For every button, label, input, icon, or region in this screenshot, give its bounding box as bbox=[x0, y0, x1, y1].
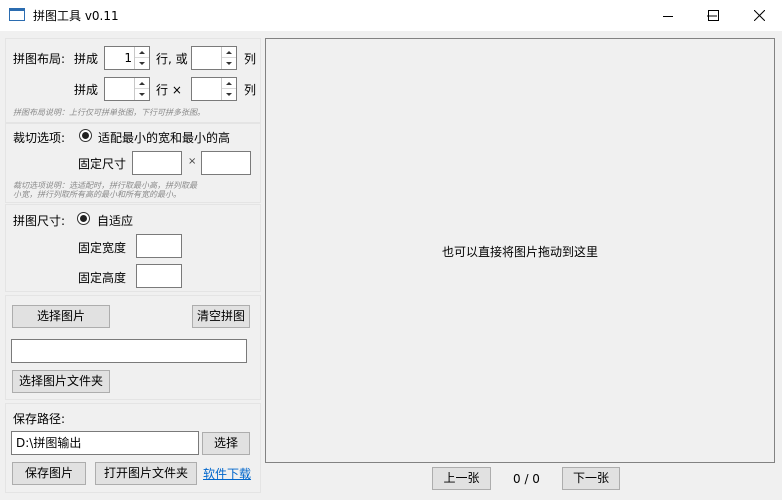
cols-single-spinbox[interactable] bbox=[191, 46, 237, 70]
spin-down-button[interactable] bbox=[135, 89, 149, 100]
image-drop-area[interactable]: 也可以直接将图片拖动到这里 bbox=[265, 38, 775, 463]
row1-prefix: 拼成 bbox=[74, 52, 99, 66]
row1-mid: 行, 或 bbox=[156, 52, 188, 66]
chevron-down-icon bbox=[139, 93, 145, 96]
chevron-down-icon bbox=[139, 62, 145, 65]
spin-down-button[interactable] bbox=[222, 58, 236, 69]
open-folder-button[interactable]: 打开图片文件夹 bbox=[95, 462, 197, 485]
fixed-width-input[interactable] bbox=[136, 234, 182, 258]
spin-down-button[interactable] bbox=[222, 89, 236, 100]
next-image-button[interactable]: 下一张 bbox=[562, 467, 620, 490]
chevron-down-icon bbox=[226, 93, 232, 96]
chevron-up-icon bbox=[139, 50, 145, 54]
size-auto-radio[interactable] bbox=[77, 212, 90, 225]
cols-multi-spinbox[interactable] bbox=[191, 77, 237, 101]
cols-single-value[interactable] bbox=[192, 47, 222, 69]
minimize-btn[interactable] bbox=[645, 0, 691, 31]
chevron-up-icon bbox=[226, 81, 232, 85]
window-title: 拼图工具 v0.11 bbox=[33, 9, 119, 23]
rows-single-spinbox[interactable]: 1 bbox=[104, 46, 150, 70]
crop-fit-radio[interactable] bbox=[79, 129, 92, 142]
chevron-down-icon bbox=[226, 62, 232, 65]
radio-selected-dot bbox=[80, 215, 87, 222]
cols-multi-spin-buttons[interactable] bbox=[221, 78, 236, 100]
save-path-input[interactable]: D:\拼图输出 bbox=[11, 431, 199, 455]
app-window-icon bbox=[9, 8, 25, 21]
spin-up-button[interactable] bbox=[135, 47, 149, 58]
row1-suffix: 列 bbox=[244, 52, 257, 66]
prev-image-button[interactable]: 上一张 bbox=[432, 467, 491, 490]
row2-mid: 行 × bbox=[156, 83, 182, 97]
spin-up-button[interactable] bbox=[222, 47, 236, 58]
radio-selected-dot bbox=[82, 132, 89, 139]
browse-button[interactable]: 选择 bbox=[202, 432, 250, 455]
image-group: 选择图片 清空拼图 选择图片文件夹 bbox=[5, 295, 261, 400]
crop-fixed-label: 固定尺寸 bbox=[78, 157, 127, 171]
client-area: 拼图布局: 拼成 1 行, 或 列 拼成 行 × 列 拼图布局说明：上行仅可拼单… bbox=[0, 31, 782, 500]
times-sign: × bbox=[188, 156, 197, 167]
save-image-button[interactable]: 保存图片 bbox=[12, 462, 86, 485]
crop-height-input[interactable] bbox=[201, 151, 251, 175]
rows-multi-value[interactable] bbox=[105, 78, 135, 100]
size-label: 拼图尺寸: bbox=[13, 214, 66, 228]
save-path-label: 保存路径: bbox=[13, 412, 66, 426]
spin-up-button[interactable] bbox=[222, 78, 236, 89]
row2-prefix: 拼成 bbox=[74, 83, 99, 97]
maximize-button[interactable] bbox=[690, 0, 736, 31]
close-icon bbox=[753, 10, 765, 21]
layout-group: 拼图布局: 拼成 1 行, 或 列 拼成 行 × 列 拼图布局说明：上行仅可拼单… bbox=[5, 38, 261, 123]
minimize-icon bbox=[663, 15, 673, 17]
chevron-up-icon bbox=[226, 50, 232, 54]
cols-multi-value[interactable] bbox=[192, 78, 222, 100]
download-link[interactable]: 软件下载 bbox=[203, 465, 251, 482]
select-images-button[interactable]: 选择图片 bbox=[12, 305, 110, 328]
maximize-icon bbox=[707, 10, 719, 21]
rows-single-value[interactable]: 1 bbox=[105, 47, 135, 69]
drop-hint: 也可以直接将图片拖动到这里 bbox=[441, 245, 598, 259]
crop-width-input[interactable] bbox=[132, 151, 182, 175]
spin-up-button[interactable] bbox=[135, 78, 149, 89]
image-counter: 0 / 0 bbox=[513, 472, 540, 486]
save-group: 保存路径: D:\拼图输出 选择 保存图片 打开图片文件夹 软件下载 bbox=[5, 403, 261, 493]
cols-single-spin-buttons[interactable] bbox=[221, 47, 236, 69]
close-button[interactable] bbox=[736, 0, 782, 31]
select-folder-button[interactable]: 选择图片文件夹 bbox=[12, 370, 110, 393]
fixed-height-label: 固定高度 bbox=[78, 271, 127, 285]
size-auto-label[interactable]: 自适应 bbox=[97, 212, 133, 229]
crop-note-line2: 小宽，拼行列取所有高的最小和所有宽的最小。 bbox=[13, 190, 181, 199]
spin-down-button[interactable] bbox=[135, 58, 149, 69]
row2-suffix: 列 bbox=[244, 83, 257, 97]
rows-single-spin-buttons[interactable] bbox=[134, 47, 149, 69]
rows-multi-spin-buttons[interactable] bbox=[134, 78, 149, 100]
clear-button[interactable]: 清空拼图 bbox=[192, 305, 250, 328]
layout-note: 拼图布局说明：上行仅可拼单张图，下行可拼多张图。 bbox=[13, 108, 205, 117]
layout-label: 拼图布局: bbox=[13, 52, 66, 66]
image-path-input[interactable] bbox=[11, 339, 247, 363]
size-group: 拼图尺寸: 自适应 固定宽度 固定高度 bbox=[5, 204, 261, 292]
crop-fit-label[interactable]: 适配最小的宽和最小的高 bbox=[98, 129, 230, 146]
crop-label: 裁切选项: bbox=[13, 131, 66, 145]
fixed-height-input[interactable] bbox=[136, 264, 182, 288]
crop-group: 裁切选项: 适配最小的宽和最小的高 固定尺寸 × 裁切选项说明：选适配时，拼行取… bbox=[5, 123, 261, 203]
fixed-width-label: 固定宽度 bbox=[78, 241, 127, 255]
rows-multi-spinbox[interactable] bbox=[104, 77, 150, 101]
chevron-up-icon bbox=[139, 81, 145, 85]
